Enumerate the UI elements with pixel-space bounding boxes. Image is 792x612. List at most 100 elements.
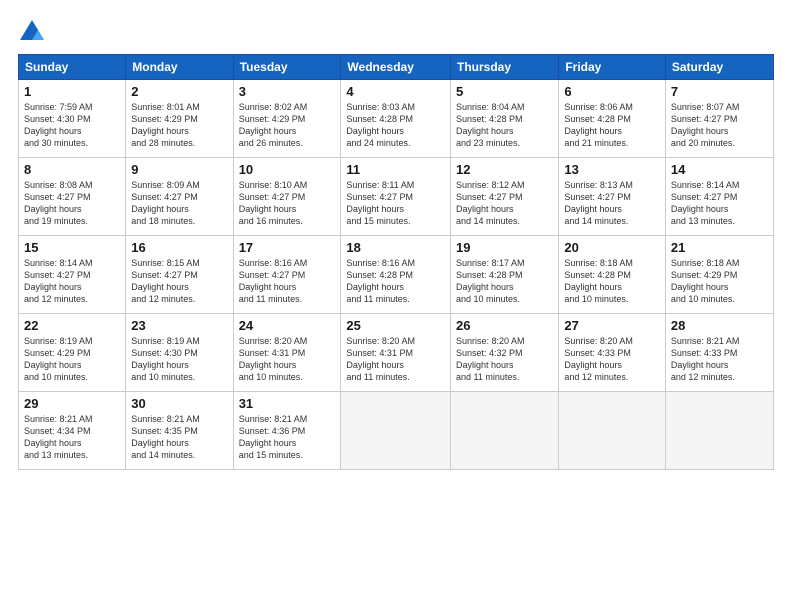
calendar-cell (665, 392, 773, 470)
day-info: Sunrise: 8:21 AMSunset: 4:35 PMDaylight … (131, 413, 227, 462)
day-info: Sunrise: 8:19 AMSunset: 4:30 PMDaylight … (131, 335, 227, 384)
day-info: Sunrise: 7:59 AMSunset: 4:30 PMDaylight … (24, 101, 120, 150)
calendar-cell: 29 Sunrise: 8:21 AMSunset: 4:34 PMDaylig… (19, 392, 126, 470)
logo (18, 18, 50, 46)
day-info: Sunrise: 8:15 AMSunset: 4:27 PMDaylight … (131, 257, 227, 306)
calendar-cell: 20 Sunrise: 8:18 AMSunset: 4:28 PMDaylig… (559, 236, 666, 314)
calendar-cell: 17 Sunrise: 8:16 AMSunset: 4:27 PMDaylig… (233, 236, 341, 314)
calendar-cell: 3 Sunrise: 8:02 AMSunset: 4:29 PMDayligh… (233, 80, 341, 158)
weekday-monday: Monday (126, 55, 233, 80)
day-info: Sunrise: 8:21 AMSunset: 4:34 PMDaylight … (24, 413, 120, 462)
calendar-row: 15 Sunrise: 8:14 AMSunset: 4:27 PMDaylig… (19, 236, 774, 314)
day-number: 1 (24, 84, 120, 99)
calendar-cell: 25 Sunrise: 8:20 AMSunset: 4:31 PMDaylig… (341, 314, 451, 392)
weekday-friday: Friday (559, 55, 666, 80)
calendar-body: 1 Sunrise: 7:59 AMSunset: 4:30 PMDayligh… (19, 80, 774, 470)
day-info: Sunrise: 8:06 AMSunset: 4:28 PMDaylight … (564, 101, 660, 150)
header (18, 18, 774, 46)
calendar-cell: 9 Sunrise: 8:09 AMSunset: 4:27 PMDayligh… (126, 158, 233, 236)
day-info: Sunrise: 8:20 AMSunset: 4:33 PMDaylight … (564, 335, 660, 384)
day-number: 2 (131, 84, 227, 99)
calendar-cell: 6 Sunrise: 8:06 AMSunset: 4:28 PMDayligh… (559, 80, 666, 158)
calendar-cell (451, 392, 559, 470)
day-number: 4 (346, 84, 445, 99)
weekday-thursday: Thursday (451, 55, 559, 80)
day-number: 8 (24, 162, 120, 177)
day-number: 28 (671, 318, 768, 333)
day-number: 6 (564, 84, 660, 99)
day-number: 29 (24, 396, 120, 411)
calendar-cell: 1 Sunrise: 7:59 AMSunset: 4:30 PMDayligh… (19, 80, 126, 158)
day-info: Sunrise: 8:11 AMSunset: 4:27 PMDaylight … (346, 179, 445, 228)
weekday-wednesday: Wednesday (341, 55, 451, 80)
day-info: Sunrise: 8:12 AMSunset: 4:27 PMDaylight … (456, 179, 553, 228)
day-number: 17 (239, 240, 336, 255)
day-number: 15 (24, 240, 120, 255)
day-info: Sunrise: 8:01 AMSunset: 4:29 PMDaylight … (131, 101, 227, 150)
day-number: 26 (456, 318, 553, 333)
day-info: Sunrise: 8:02 AMSunset: 4:29 PMDaylight … (239, 101, 336, 150)
day-info: Sunrise: 8:03 AMSunset: 4:28 PMDaylight … (346, 101, 445, 150)
weekday-tuesday: Tuesday (233, 55, 341, 80)
calendar-cell: 7 Sunrise: 8:07 AMSunset: 4:27 PMDayligh… (665, 80, 773, 158)
day-info: Sunrise: 8:07 AMSunset: 4:27 PMDaylight … (671, 101, 768, 150)
day-number: 27 (564, 318, 660, 333)
day-info: Sunrise: 8:20 AMSunset: 4:31 PMDaylight … (239, 335, 336, 384)
day-number: 12 (456, 162, 553, 177)
day-info: Sunrise: 8:09 AMSunset: 4:27 PMDaylight … (131, 179, 227, 228)
calendar-cell: 28 Sunrise: 8:21 AMSunset: 4:33 PMDaylig… (665, 314, 773, 392)
day-number: 5 (456, 84, 553, 99)
day-number: 21 (671, 240, 768, 255)
day-info: Sunrise: 8:08 AMSunset: 4:27 PMDaylight … (24, 179, 120, 228)
logo-icon (18, 18, 46, 46)
day-number: 14 (671, 162, 768, 177)
day-number: 25 (346, 318, 445, 333)
day-number: 24 (239, 318, 336, 333)
calendar-cell: 8 Sunrise: 8:08 AMSunset: 4:27 PMDayligh… (19, 158, 126, 236)
calendar-cell: 24 Sunrise: 8:20 AMSunset: 4:31 PMDaylig… (233, 314, 341, 392)
day-number: 13 (564, 162, 660, 177)
day-number: 9 (131, 162, 227, 177)
weekday-sunday: Sunday (19, 55, 126, 80)
calendar-row: 1 Sunrise: 7:59 AMSunset: 4:30 PMDayligh… (19, 80, 774, 158)
day-info: Sunrise: 8:20 AMSunset: 4:32 PMDaylight … (456, 335, 553, 384)
calendar-cell: 14 Sunrise: 8:14 AMSunset: 4:27 PMDaylig… (665, 158, 773, 236)
day-info: Sunrise: 8:10 AMSunset: 4:27 PMDaylight … (239, 179, 336, 228)
day-info: Sunrise: 8:16 AMSunset: 4:27 PMDaylight … (239, 257, 336, 306)
page: SundayMondayTuesdayWednesdayThursdayFrid… (0, 0, 792, 612)
day-info: Sunrise: 8:04 AMSunset: 4:28 PMDaylight … (456, 101, 553, 150)
calendar-cell (341, 392, 451, 470)
day-info: Sunrise: 8:14 AMSunset: 4:27 PMDaylight … (671, 179, 768, 228)
day-number: 20 (564, 240, 660, 255)
day-info: Sunrise: 8:14 AMSunset: 4:27 PMDaylight … (24, 257, 120, 306)
calendar-cell: 19 Sunrise: 8:17 AMSunset: 4:28 PMDaylig… (451, 236, 559, 314)
calendar-cell: 30 Sunrise: 8:21 AMSunset: 4:35 PMDaylig… (126, 392, 233, 470)
calendar-cell: 22 Sunrise: 8:19 AMSunset: 4:29 PMDaylig… (19, 314, 126, 392)
day-info: Sunrise: 8:21 AMSunset: 4:36 PMDaylight … (239, 413, 336, 462)
weekday-saturday: Saturday (665, 55, 773, 80)
calendar-cell: 2 Sunrise: 8:01 AMSunset: 4:29 PMDayligh… (126, 80, 233, 158)
day-number: 23 (131, 318, 227, 333)
day-info: Sunrise: 8:18 AMSunset: 4:29 PMDaylight … (671, 257, 768, 306)
day-info: Sunrise: 8:16 AMSunset: 4:28 PMDaylight … (346, 257, 445, 306)
day-number: 11 (346, 162, 445, 177)
day-number: 7 (671, 84, 768, 99)
day-info: Sunrise: 8:20 AMSunset: 4:31 PMDaylight … (346, 335, 445, 384)
day-number: 3 (239, 84, 336, 99)
calendar-row: 22 Sunrise: 8:19 AMSunset: 4:29 PMDaylig… (19, 314, 774, 392)
day-number: 10 (239, 162, 336, 177)
day-info: Sunrise: 8:21 AMSunset: 4:33 PMDaylight … (671, 335, 768, 384)
calendar-cell: 4 Sunrise: 8:03 AMSunset: 4:28 PMDayligh… (341, 80, 451, 158)
calendar-row: 29 Sunrise: 8:21 AMSunset: 4:34 PMDaylig… (19, 392, 774, 470)
day-number: 16 (131, 240, 227, 255)
day-number: 18 (346, 240, 445, 255)
day-info: Sunrise: 8:17 AMSunset: 4:28 PMDaylight … (456, 257, 553, 306)
calendar-cell: 5 Sunrise: 8:04 AMSunset: 4:28 PMDayligh… (451, 80, 559, 158)
day-info: Sunrise: 8:13 AMSunset: 4:27 PMDaylight … (564, 179, 660, 228)
calendar-cell: 31 Sunrise: 8:21 AMSunset: 4:36 PMDaylig… (233, 392, 341, 470)
calendar: SundayMondayTuesdayWednesdayThursdayFrid… (18, 54, 774, 470)
day-info: Sunrise: 8:19 AMSunset: 4:29 PMDaylight … (24, 335, 120, 384)
weekday-header: SundayMondayTuesdayWednesdayThursdayFrid… (19, 55, 774, 80)
day-info: Sunrise: 8:18 AMSunset: 4:28 PMDaylight … (564, 257, 660, 306)
calendar-cell: 10 Sunrise: 8:10 AMSunset: 4:27 PMDaylig… (233, 158, 341, 236)
